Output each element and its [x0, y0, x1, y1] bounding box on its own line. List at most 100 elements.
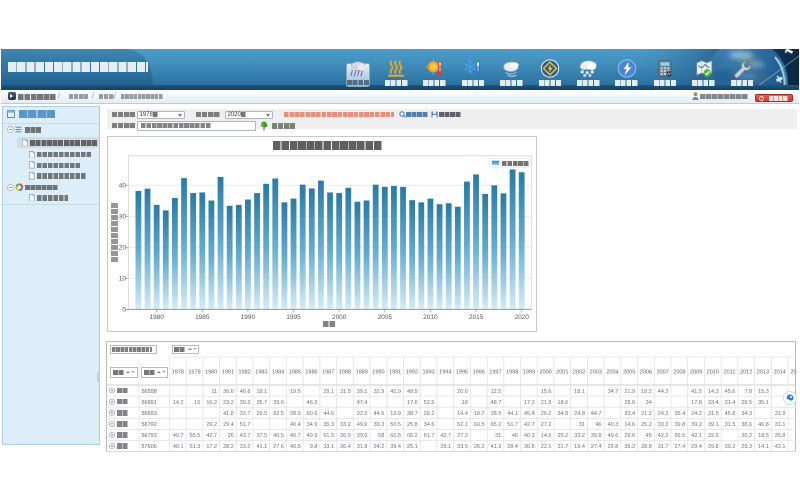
svg-text:24.2: 24.2: [374, 444, 385, 450]
svg-text:56691: 56691: [142, 400, 157, 406]
svg-text:43.7: 43.7: [240, 433, 251, 439]
svg-text:31: 31: [579, 422, 585, 428]
svg-text:39.8: 39.8: [674, 422, 685, 428]
svg-text:24.3: 24.3: [658, 411, 669, 417]
svg-text:39.3: 39.3: [240, 400, 251, 406]
svg-text:31.5: 31.5: [708, 411, 719, 417]
svg-text:28.8: 28.8: [624, 400, 635, 406]
svg-text:56793: 56793: [142, 433, 157, 439]
svg-text:18.5: 18.5: [758, 433, 769, 439]
svg-text:18.6: 18.6: [557, 400, 568, 406]
svg-text:39.6: 39.6: [357, 433, 368, 439]
svg-text:58: 58: [378, 433, 384, 439]
svg-text:31.5: 31.5: [725, 422, 736, 428]
svg-text:7.8: 7.8: [744, 389, 752, 395]
svg-text:44.1: 44.1: [507, 411, 518, 417]
svg-text:25.1: 25.1: [407, 444, 418, 450]
svg-text:18.7: 18.7: [474, 411, 485, 417]
svg-text:38.6: 38.6: [741, 422, 752, 428]
svg-text:25.2: 25.2: [557, 433, 568, 439]
svg-text:35.7: 35.7: [256, 400, 267, 406]
svg-text:21.2: 21.2: [641, 411, 652, 417]
svg-text:1998: 1998: [506, 370, 518, 376]
svg-text:39.2: 39.2: [624, 444, 635, 450]
svg-text:40.7: 40.7: [290, 433, 301, 439]
svg-text:45.4: 45.4: [524, 411, 535, 417]
svg-text:29.4: 29.4: [691, 444, 702, 450]
svg-text:29.4: 29.4: [223, 422, 234, 428]
svg-text:2012: 2012: [740, 370, 752, 376]
svg-text:1985: 1985: [289, 370, 301, 376]
svg-text:1997: 1997: [489, 370, 501, 376]
svg-text:41.9: 41.9: [390, 389, 401, 395]
svg-text:30.2: 30.2: [741, 433, 752, 439]
svg-text:14.4: 14.4: [457, 411, 468, 417]
svg-text:46.3: 46.3: [307, 400, 318, 406]
svg-text:2011: 2011: [724, 370, 736, 376]
svg-text:56792: 56792: [142, 422, 157, 428]
svg-text:65.2: 65.2: [407, 433, 418, 439]
svg-text:27.6: 27.6: [273, 444, 284, 450]
svg-text:34.8: 34.8: [557, 411, 568, 417]
svg-text:1996: 1996: [473, 370, 485, 376]
svg-text:46.8: 46.8: [758, 422, 769, 428]
svg-text:35.3: 35.3: [323, 422, 334, 428]
svg-text:50.5: 50.5: [390, 422, 401, 428]
svg-text:26.2: 26.2: [424, 411, 435, 417]
svg-text:31.1: 31.1: [775, 422, 786, 428]
svg-text:49.5: 49.5: [407, 389, 418, 395]
svg-text:44.6: 44.6: [323, 411, 334, 417]
svg-text:21.8: 21.8: [541, 400, 552, 406]
svg-text:2010: 2010: [707, 370, 719, 376]
svg-text:40.5: 40.5: [290, 444, 301, 450]
svg-text:41.5: 41.5: [691, 389, 702, 395]
svg-text:20.6: 20.6: [457, 389, 468, 395]
svg-text:2004: 2004: [606, 370, 618, 376]
svg-text:25.8: 25.8: [407, 422, 418, 428]
svg-text:41.3: 41.3: [491, 444, 502, 450]
svg-text:17.8: 17.8: [691, 400, 702, 406]
svg-text:1984: 1984: [272, 370, 284, 376]
svg-text:38.5: 38.5: [491, 411, 502, 417]
svg-text:1992: 1992: [406, 370, 418, 376]
svg-text:15.6: 15.6: [541, 389, 552, 395]
svg-text:14.6: 14.6: [541, 433, 552, 439]
svg-text:28.9: 28.9: [290, 411, 301, 417]
svg-text:2000: 2000: [539, 370, 551, 376]
svg-text:44.7: 44.7: [591, 411, 602, 417]
svg-text:18: 18: [462, 400, 468, 406]
svg-text:2014: 2014: [774, 370, 786, 376]
svg-text:39.2: 39.2: [691, 422, 702, 428]
svg-text:2013: 2013: [757, 370, 769, 376]
svg-text:45: 45: [646, 433, 652, 439]
svg-text:17.6: 17.6: [407, 400, 418, 406]
svg-text:39.3: 39.3: [374, 422, 385, 428]
svg-text:2005: 2005: [623, 370, 635, 376]
svg-text:40.1: 40.1: [173, 444, 184, 450]
svg-text:39.4: 39.4: [390, 444, 401, 450]
svg-text:2003: 2003: [590, 370, 602, 376]
svg-text:32.5: 32.5: [357, 411, 368, 417]
svg-text:31.4: 31.4: [725, 400, 736, 406]
svg-text:32.5: 32.5: [273, 411, 284, 417]
svg-text:15.3: 15.3: [758, 389, 769, 395]
svg-text:18.1: 18.1: [256, 389, 267, 395]
svg-text:60.5: 60.5: [474, 422, 485, 428]
svg-text:34: 34: [646, 400, 652, 406]
svg-text:61.5: 61.5: [323, 433, 334, 439]
svg-text:51.3: 51.3: [190, 444, 201, 450]
svg-text:14.3: 14.3: [708, 389, 719, 395]
svg-text:44.6: 44.6: [374, 411, 385, 417]
svg-text:9.8: 9.8: [310, 444, 318, 450]
svg-text:40.3: 40.3: [524, 433, 535, 439]
svg-text:1980: 1980: [205, 370, 217, 376]
svg-text:31.7: 31.7: [658, 444, 669, 450]
svg-text:40.5: 40.5: [273, 433, 284, 439]
svg-text:49.9: 49.9: [307, 433, 318, 439]
svg-text:12.9: 12.9: [390, 411, 401, 417]
svg-text:37.5: 37.5: [256, 433, 267, 439]
svg-text:2008: 2008: [673, 370, 685, 376]
svg-text:49.6: 49.6: [608, 433, 619, 439]
svg-text:1993: 1993: [422, 370, 434, 376]
svg-text:39.2: 39.2: [725, 444, 736, 450]
